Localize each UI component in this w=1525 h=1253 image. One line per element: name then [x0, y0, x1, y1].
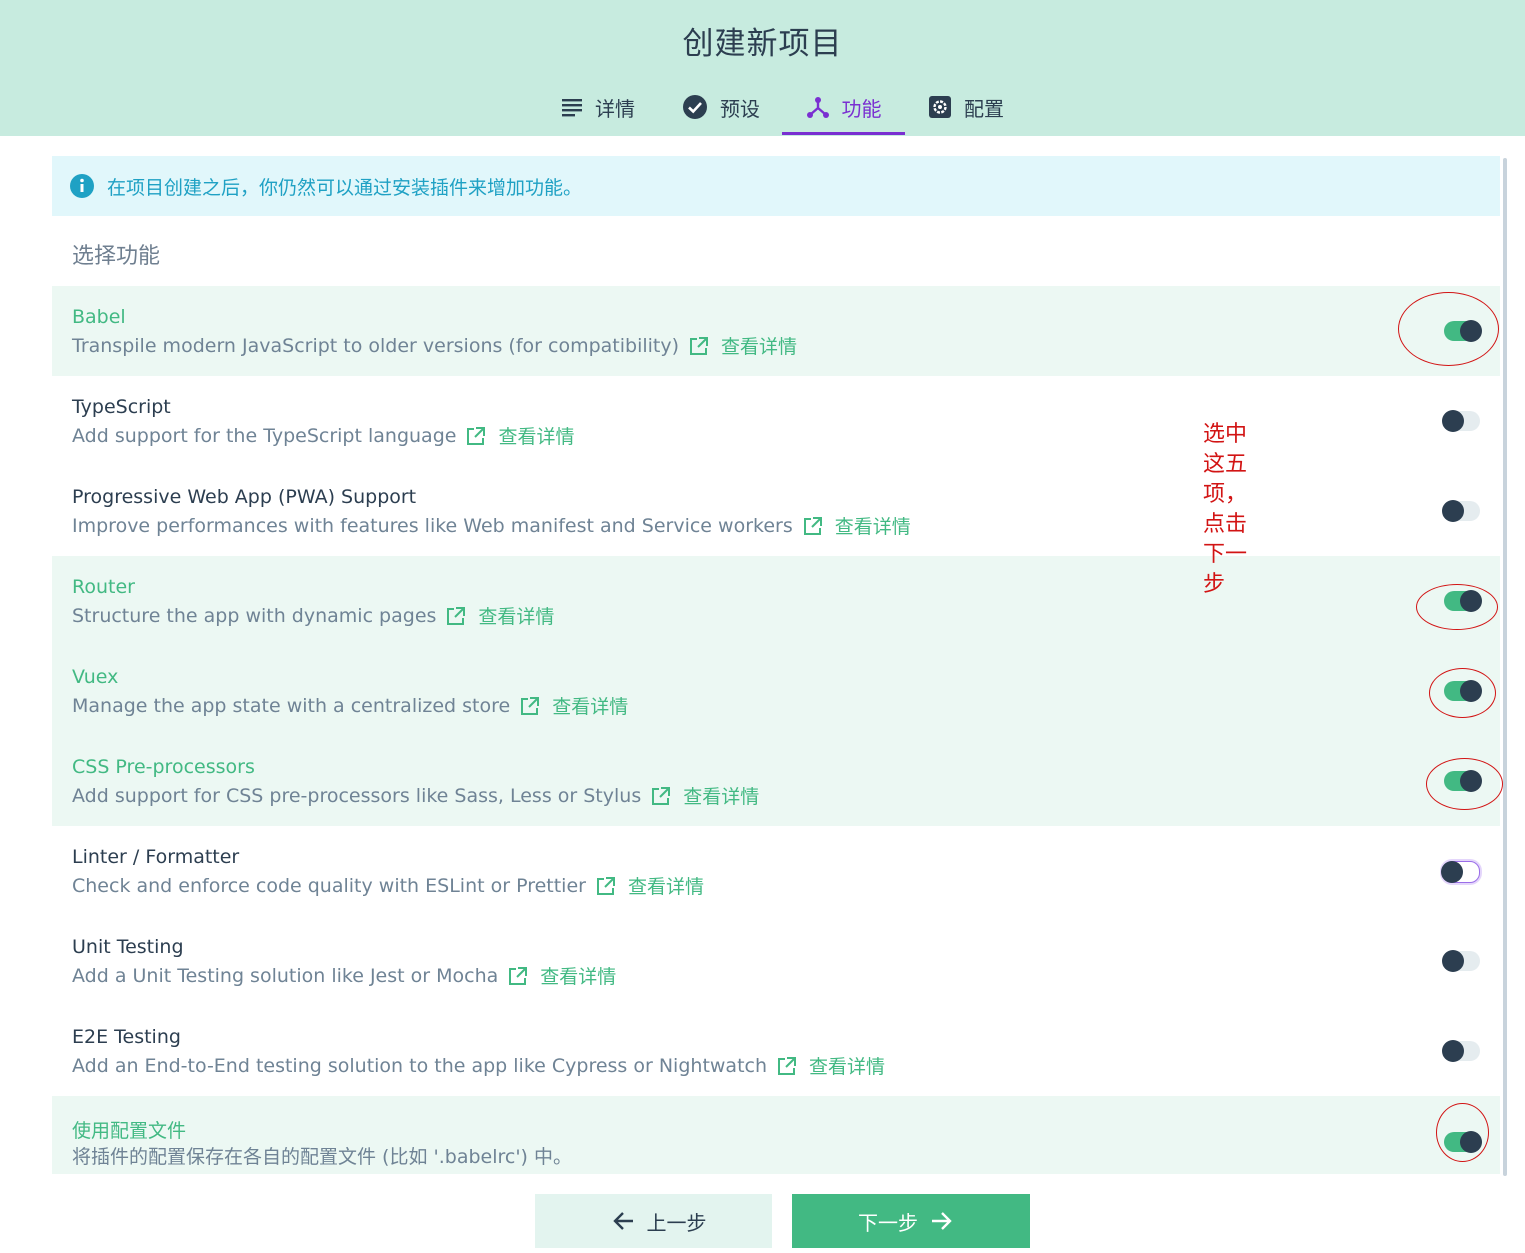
header: 创建新项目 详情 预设 功能 配置: [0, 0, 1525, 136]
tab-features-label: 功能: [841, 96, 882, 121]
info-text: 在项目创建之后，你仍然可以通过安装插件来增加功能。: [107, 176, 583, 199]
feature-name: Linter / Formatter: [72, 846, 240, 868]
external-link-icon[interactable]: [466, 426, 486, 446]
external-link-icon[interactable]: [596, 876, 616, 896]
external-link-icon[interactable]: [777, 1056, 797, 1076]
feature-vuex[interactable]: Vuex Manage the app state with a central…: [52, 646, 1500, 736]
feature-desc: Manage the app state with a centralized …: [72, 692, 628, 719]
more-link[interactable]: 查看详情: [809, 1052, 885, 1079]
feature-linter[interactable]: Linter / Formatter Check and enforce cod…: [52, 826, 1500, 916]
feature-desc: 将插件的配置保存在各自的配置文件 (比如 '.babelrc') 中。: [72, 1142, 572, 1169]
annotation-circle: [1429, 668, 1496, 718]
annotation-circle: [1416, 584, 1498, 630]
more-link[interactable]: 查看详情: [835, 512, 911, 539]
feature-toggle[interactable]: [1442, 1040, 1480, 1062]
feature-name: Babel: [72, 306, 126, 328]
more-link[interactable]: 查看详情: [540, 962, 616, 989]
tab-features[interactable]: 功能: [782, 82, 905, 135]
tab-details[interactable]: 详情: [561, 82, 635, 132]
feature-desc: Add support for CSS pre-processors like …: [72, 782, 759, 809]
feature-desc: Add support for the TypeScript language …: [72, 422, 574, 449]
arrow-left-icon: [612, 1212, 633, 1230]
tab-config-label: 配置: [964, 96, 1004, 121]
feature-description: Add a Unit Testing solution like Jest or…: [72, 964, 499, 987]
feature-name: Progressive Web App (PWA) Support: [72, 486, 417, 508]
feature-description: Check and enforce code quality with ESLi…: [72, 874, 586, 897]
feature-unit-testing[interactable]: Unit Testing Add a Unit Testing solution…: [52, 916, 1500, 1006]
section-title: 选择功能: [72, 244, 161, 269]
feature-desc: Check and enforce code quality with ESLi…: [72, 872, 704, 899]
scrollbar[interactable]: [1503, 158, 1507, 1176]
feature-toggle[interactable]: [1441, 861, 1480, 883]
feature-typescript[interactable]: TypeScript Add support for the TypeScrip…: [52, 376, 1500, 466]
feature-router[interactable]: Router Structure the app with dynamic pa…: [52, 556, 1500, 646]
gear-icon: [929, 96, 951, 118]
next-button[interactable]: 下一步: [792, 1194, 1030, 1248]
feature-toggle[interactable]: [1442, 500, 1480, 522]
step-tabs: 详情 预设 功能 配置: [0, 82, 1525, 136]
external-link-icon[interactable]: [520, 696, 540, 716]
fork-icon: [806, 97, 829, 118]
feature-description: Add support for the TypeScript language: [72, 424, 457, 447]
feature-description: Add support for CSS pre-processors like …: [72, 784, 642, 807]
feature-description: Manage the app state with a centralized …: [72, 694, 511, 717]
feature-css-preprocessors[interactable]: CSS Pre-processors Add support for CSS p…: [52, 736, 1500, 826]
external-link-icon[interactable]: [803, 516, 823, 536]
feature-config-file[interactable]: 使用配置文件 将插件的配置保存在各自的配置文件 (比如 '.babelrc') …: [52, 1096, 1500, 1174]
feature-name: Router: [72, 576, 135, 598]
next-button-label: 下一步: [858, 1210, 918, 1235]
feature-name: Vuex: [72, 666, 119, 688]
external-link-icon[interactable]: [508, 966, 528, 986]
feature-name: Unit Testing: [72, 936, 184, 958]
info-banner: 在项目创建之后，你仍然可以通过安装插件来增加功能。: [52, 156, 1500, 216]
annotation-circle: [1436, 1103, 1489, 1162]
page-title: 创建新项目: [682, 26, 843, 62]
feature-pwa[interactable]: Progressive Web App (PWA) Support Improv…: [52, 466, 1500, 556]
feature-toggle[interactable]: [1442, 410, 1480, 432]
previous-button-label: 上一步: [646, 1210, 707, 1235]
feature-description: Add an End-to-End testing solution to th…: [72, 1054, 768, 1077]
info-icon: [70, 174, 94, 198]
feature-description: Transpile modern JavaScript to older ver…: [72, 334, 680, 357]
external-link-icon[interactable]: [651, 786, 671, 806]
more-link[interactable]: 查看详情: [498, 422, 574, 449]
previous-button[interactable]: 上一步: [535, 1194, 772, 1248]
feature-description: Structure the app with dynamic pages: [72, 604, 437, 627]
feature-desc: Improve performances with features like …: [72, 512, 911, 539]
arrow-right-icon: [932, 1212, 952, 1230]
more-link[interactable]: 查看详情: [683, 782, 759, 809]
feature-babel[interactable]: Babel Transpile modern JavaScript to old…: [52, 286, 1500, 376]
annotation-circle: [1426, 758, 1503, 810]
feature-desc: Add a Unit Testing solution like Jest or…: [72, 962, 616, 989]
more-link[interactable]: 查看详情: [628, 872, 704, 899]
feature-toggle[interactable]: [1442, 950, 1480, 972]
feature-name: 使用配置文件: [72, 1120, 187, 1142]
more-link[interactable]: 查看详情: [478, 602, 554, 629]
feature-desc: Structure the app with dynamic pages 查看详…: [72, 602, 554, 629]
check-circle-icon: [683, 95, 707, 119]
feature-name: E2E Testing: [72, 1026, 181, 1048]
external-link-icon[interactable]: [446, 606, 466, 626]
list-icon: [562, 99, 582, 117]
more-link[interactable]: 查看详情: [721, 332, 797, 359]
tab-presets-label: 预设: [720, 96, 760, 121]
feature-desc: Add an End-to-End testing solution to th…: [72, 1052, 885, 1079]
external-link-icon[interactable]: [689, 336, 709, 356]
annotation-circle: [1398, 292, 1499, 366]
feature-name: TypeScript: [72, 396, 171, 418]
more-link[interactable]: 查看详情: [552, 692, 628, 719]
feature-description: Improve performances with features like …: [72, 514, 793, 537]
tab-presets[interactable]: 预设: [682, 82, 760, 132]
feature-e2e-testing[interactable]: E2E Testing Add an End-to-End testing so…: [52, 1006, 1500, 1096]
tab-config[interactable]: 配置: [928, 82, 1004, 132]
feature-description: 将插件的配置保存在各自的配置文件 (比如 '.babelrc') 中。: [72, 1146, 573, 1168]
tab-details-label: 详情: [595, 96, 635, 121]
feature-desc: Transpile modern JavaScript to older ver…: [72, 332, 797, 359]
annotation-text: 选中这五项，点击下一步: [1203, 422, 1248, 597]
feature-name: CSS Pre-processors: [72, 756, 255, 778]
